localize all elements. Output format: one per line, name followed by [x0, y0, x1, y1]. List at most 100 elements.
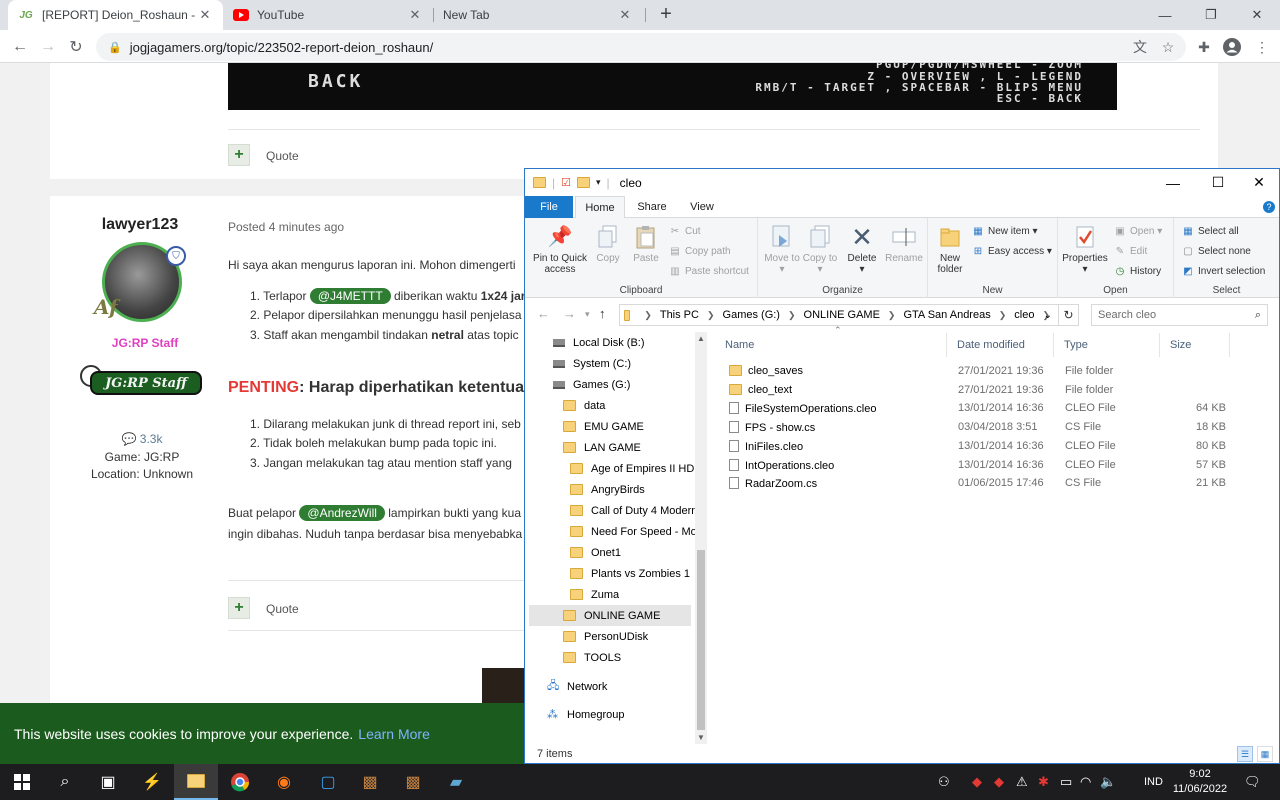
invert-selection-button[interactable]: ◩ Invert selection: [1182, 265, 1265, 277]
task-view-icon[interactable]: ▣: [86, 764, 130, 800]
file-row[interactable]: FileSystemOperations.cleo 13/01/2014 16:3…: [715, 400, 1279, 418]
close-tab-icon[interactable]: ✕: [407, 7, 423, 23]
search-icon[interactable]: ⌕: [43, 764, 87, 800]
mention-tag[interactable]: @J4METTT: [309, 288, 391, 304]
close-tab-icon[interactable]: ✕: [617, 7, 633, 23]
copy-path-button[interactable]: ▤ Copy path: [669, 245, 730, 257]
file-row[interactable]: IntOperations.cleo 13/01/2014 16:36 CLEO F…: [715, 457, 1279, 475]
address-bar[interactable]: 🔒 jogjagamers.org/topic/223502-report-de…: [96, 33, 1186, 61]
mention-tag[interactable]: @AndrezWill: [299, 505, 385, 521]
explorer-address-bar[interactable]: ❯ This PC ❯ Games (G:) ❯ ONLINE GAME ❯ GTA …: [619, 304, 1059, 326]
new-tab-button[interactable]: +: [655, 4, 677, 26]
details-view-icon[interactable]: ☰: [1237, 746, 1253, 762]
quote-link[interactable]: Quote: [266, 149, 299, 163]
tray-app-icon[interactable]: ✱: [1038, 764, 1049, 800]
customize-toolbar-icon[interactable]: ▾: [596, 177, 601, 188]
file-explorer-icon[interactable]: [174, 764, 218, 800]
tab-home[interactable]: Home: [575, 196, 625, 219]
rename-button[interactable]: Rename: [882, 224, 926, 264]
column-header-type[interactable]: Type: [1054, 333, 1160, 357]
address-dropdown-chevron-icon[interactable]: ⌄: [1044, 310, 1052, 321]
extensions-puzzle-icon[interactable]: ✚: [1194, 37, 1214, 57]
breadcrumb-item[interactable]: GTA San Andreas: [903, 309, 990, 321]
close-button[interactable]: ✕: [1234, 0, 1280, 30]
nav-folder[interactable]: Age of Empires II HD: [570, 458, 694, 479]
game-app-icon[interactable]: ▩: [348, 764, 392, 800]
restore-button[interactable]: ❐: [1188, 0, 1234, 30]
recent-locations-chevron-icon[interactable]: ▾: [585, 309, 590, 320]
battery-icon[interactable]: ▭: [1060, 764, 1072, 800]
new-folder-button[interactable]: New folder: [930, 224, 970, 275]
navigation-scrollbar[interactable]: ▲ ▼: [695, 332, 707, 744]
gamebar-icon[interactable]: ⚡: [130, 764, 174, 800]
chat-app-icon[interactable]: ▢: [306, 764, 350, 800]
breadcrumb-item[interactable]: Games (G:): [723, 309, 780, 321]
author-name[interactable]: lawyer123: [80, 216, 200, 234]
move-to-button[interactable]: Move to ▾: [762, 224, 802, 275]
properties-check-icon[interactable]: ☑: [561, 176, 571, 189]
nav-folder-selected[interactable]: ONLINE GAME: [529, 605, 691, 626]
copy-to-button[interactable]: Copy to ▾: [800, 224, 840, 275]
back-arrow-icon[interactable]: ←: [537, 306, 550, 321]
minimize-button[interactable]: —: [1153, 169, 1193, 196]
nav-folder[interactable]: Plants vs Zombies 1: [570, 563, 690, 584]
nav-network[interactable]: 🖧 Network: [547, 676, 607, 697]
tab-new-tab[interactable]: New Tab ✕: [433, 0, 643, 30]
file-row[interactable]: RadarZoom.cs 01/06/2015 17:46 CS File 21 KB: [715, 475, 1279, 493]
scroll-thumb[interactable]: [697, 550, 705, 730]
nav-folder[interactable]: TOOLS: [563, 647, 621, 668]
breadcrumb-item[interactable]: This PC: [660, 309, 699, 321]
network-icon[interactable]: ⚠: [1016, 764, 1028, 800]
pin-quick-access-button[interactable]: 📌 Pin to Quick access: [531, 224, 589, 276]
quote-link[interactable]: Quote: [266, 602, 299, 616]
tab-file[interactable]: File: [525, 196, 573, 218]
tab-report[interactable]: JG [REPORT] Deion_Roshaun - Playe ✕: [8, 0, 223, 30]
multiquote-plus-button[interactable]: +: [228, 597, 250, 619]
windows-start-icon[interactable]: [0, 764, 44, 800]
large-icons-view-icon[interactable]: ▦: [1257, 746, 1273, 762]
search-input[interactable]: Search cleo ⌕: [1091, 304, 1268, 326]
paste-button[interactable]: Paste: [627, 224, 665, 264]
wifi-icon[interactable]: ◠: [1080, 764, 1091, 800]
select-none-button[interactable]: ▢ Select none: [1182, 245, 1251, 257]
nav-folder[interactable]: Onet1: [570, 542, 621, 563]
nav-local-disk-b[interactable]: Local Disk (B:): [553, 332, 645, 353]
notepad-icon[interactable]: ▰: [434, 764, 478, 800]
cut-button[interactable]: ✂ Cut: [669, 225, 701, 237]
notifications-icon[interactable]: 🗨: [1244, 764, 1261, 800]
tray-app-icon[interactable]: ◆: [972, 764, 982, 800]
delete-button[interactable]: ✕ Delete ▾: [842, 224, 882, 276]
input-language[interactable]: IND: [1144, 764, 1163, 800]
scroll-down-icon[interactable]: ▼: [695, 733, 707, 742]
refresh-icon[interactable]: ↻: [1059, 304, 1079, 326]
nav-folder[interactable]: Need For Speed - Most: [570, 521, 705, 542]
clock[interactable]: 9:02 11/06/2022: [1170, 767, 1230, 797]
edit-button[interactable]: ✎ Edit: [1114, 245, 1147, 257]
new-item-button[interactable]: ▦ New item ▾: [972, 225, 1037, 237]
easy-access-button[interactable]: ⊞ Easy access ▾: [972, 245, 1052, 257]
history-button[interactable]: ◷ History: [1114, 265, 1162, 277]
menu-kebab-icon[interactable]: ⋮: [1252, 37, 1272, 57]
breadcrumb-item[interactable]: ONLINE GAME: [804, 309, 880, 321]
file-row[interactable]: FPS - show.cs 03/04/2018 3:51 CS File 18 KB: [715, 419, 1279, 437]
help-icon[interactable]: ?: [1261, 196, 1277, 218]
tab-view[interactable]: View: [681, 196, 723, 218]
new-folder-icon[interactable]: [577, 177, 590, 188]
maximize-button[interactable]: ☐: [1198, 169, 1238, 196]
breadcrumb-item[interactable]: cleo: [1014, 309, 1034, 321]
game-app-icon[interactable]: ▩: [391, 764, 435, 800]
select-all-button[interactable]: ▦ Select all: [1182, 225, 1238, 237]
nav-folder[interactable]: Zuma: [570, 584, 619, 605]
open-button[interactable]: ▣ Open ▾: [1114, 225, 1162, 237]
nav-system-c[interactable]: System (C:): [553, 353, 631, 374]
nav-games-g[interactable]: Games (G:): [553, 374, 630, 395]
tab-share[interactable]: Share: [631, 196, 673, 218]
people-icon[interactable]: ⚇: [938, 764, 950, 800]
chrome-icon[interactable]: [218, 764, 262, 800]
column-header-size[interactable]: Size: [1160, 333, 1230, 357]
close-button[interactable]: ✕: [1239, 169, 1279, 196]
nav-folder[interactable]: EMU GAME: [563, 416, 644, 437]
nav-folder[interactable]: Call of Duty 4 Modern: [570, 500, 697, 521]
file-row[interactable]: cleo_text 27/01/2021 19:36 File folder: [715, 382, 1279, 400]
back-arrow-icon[interactable]: ←: [8, 35, 32, 59]
